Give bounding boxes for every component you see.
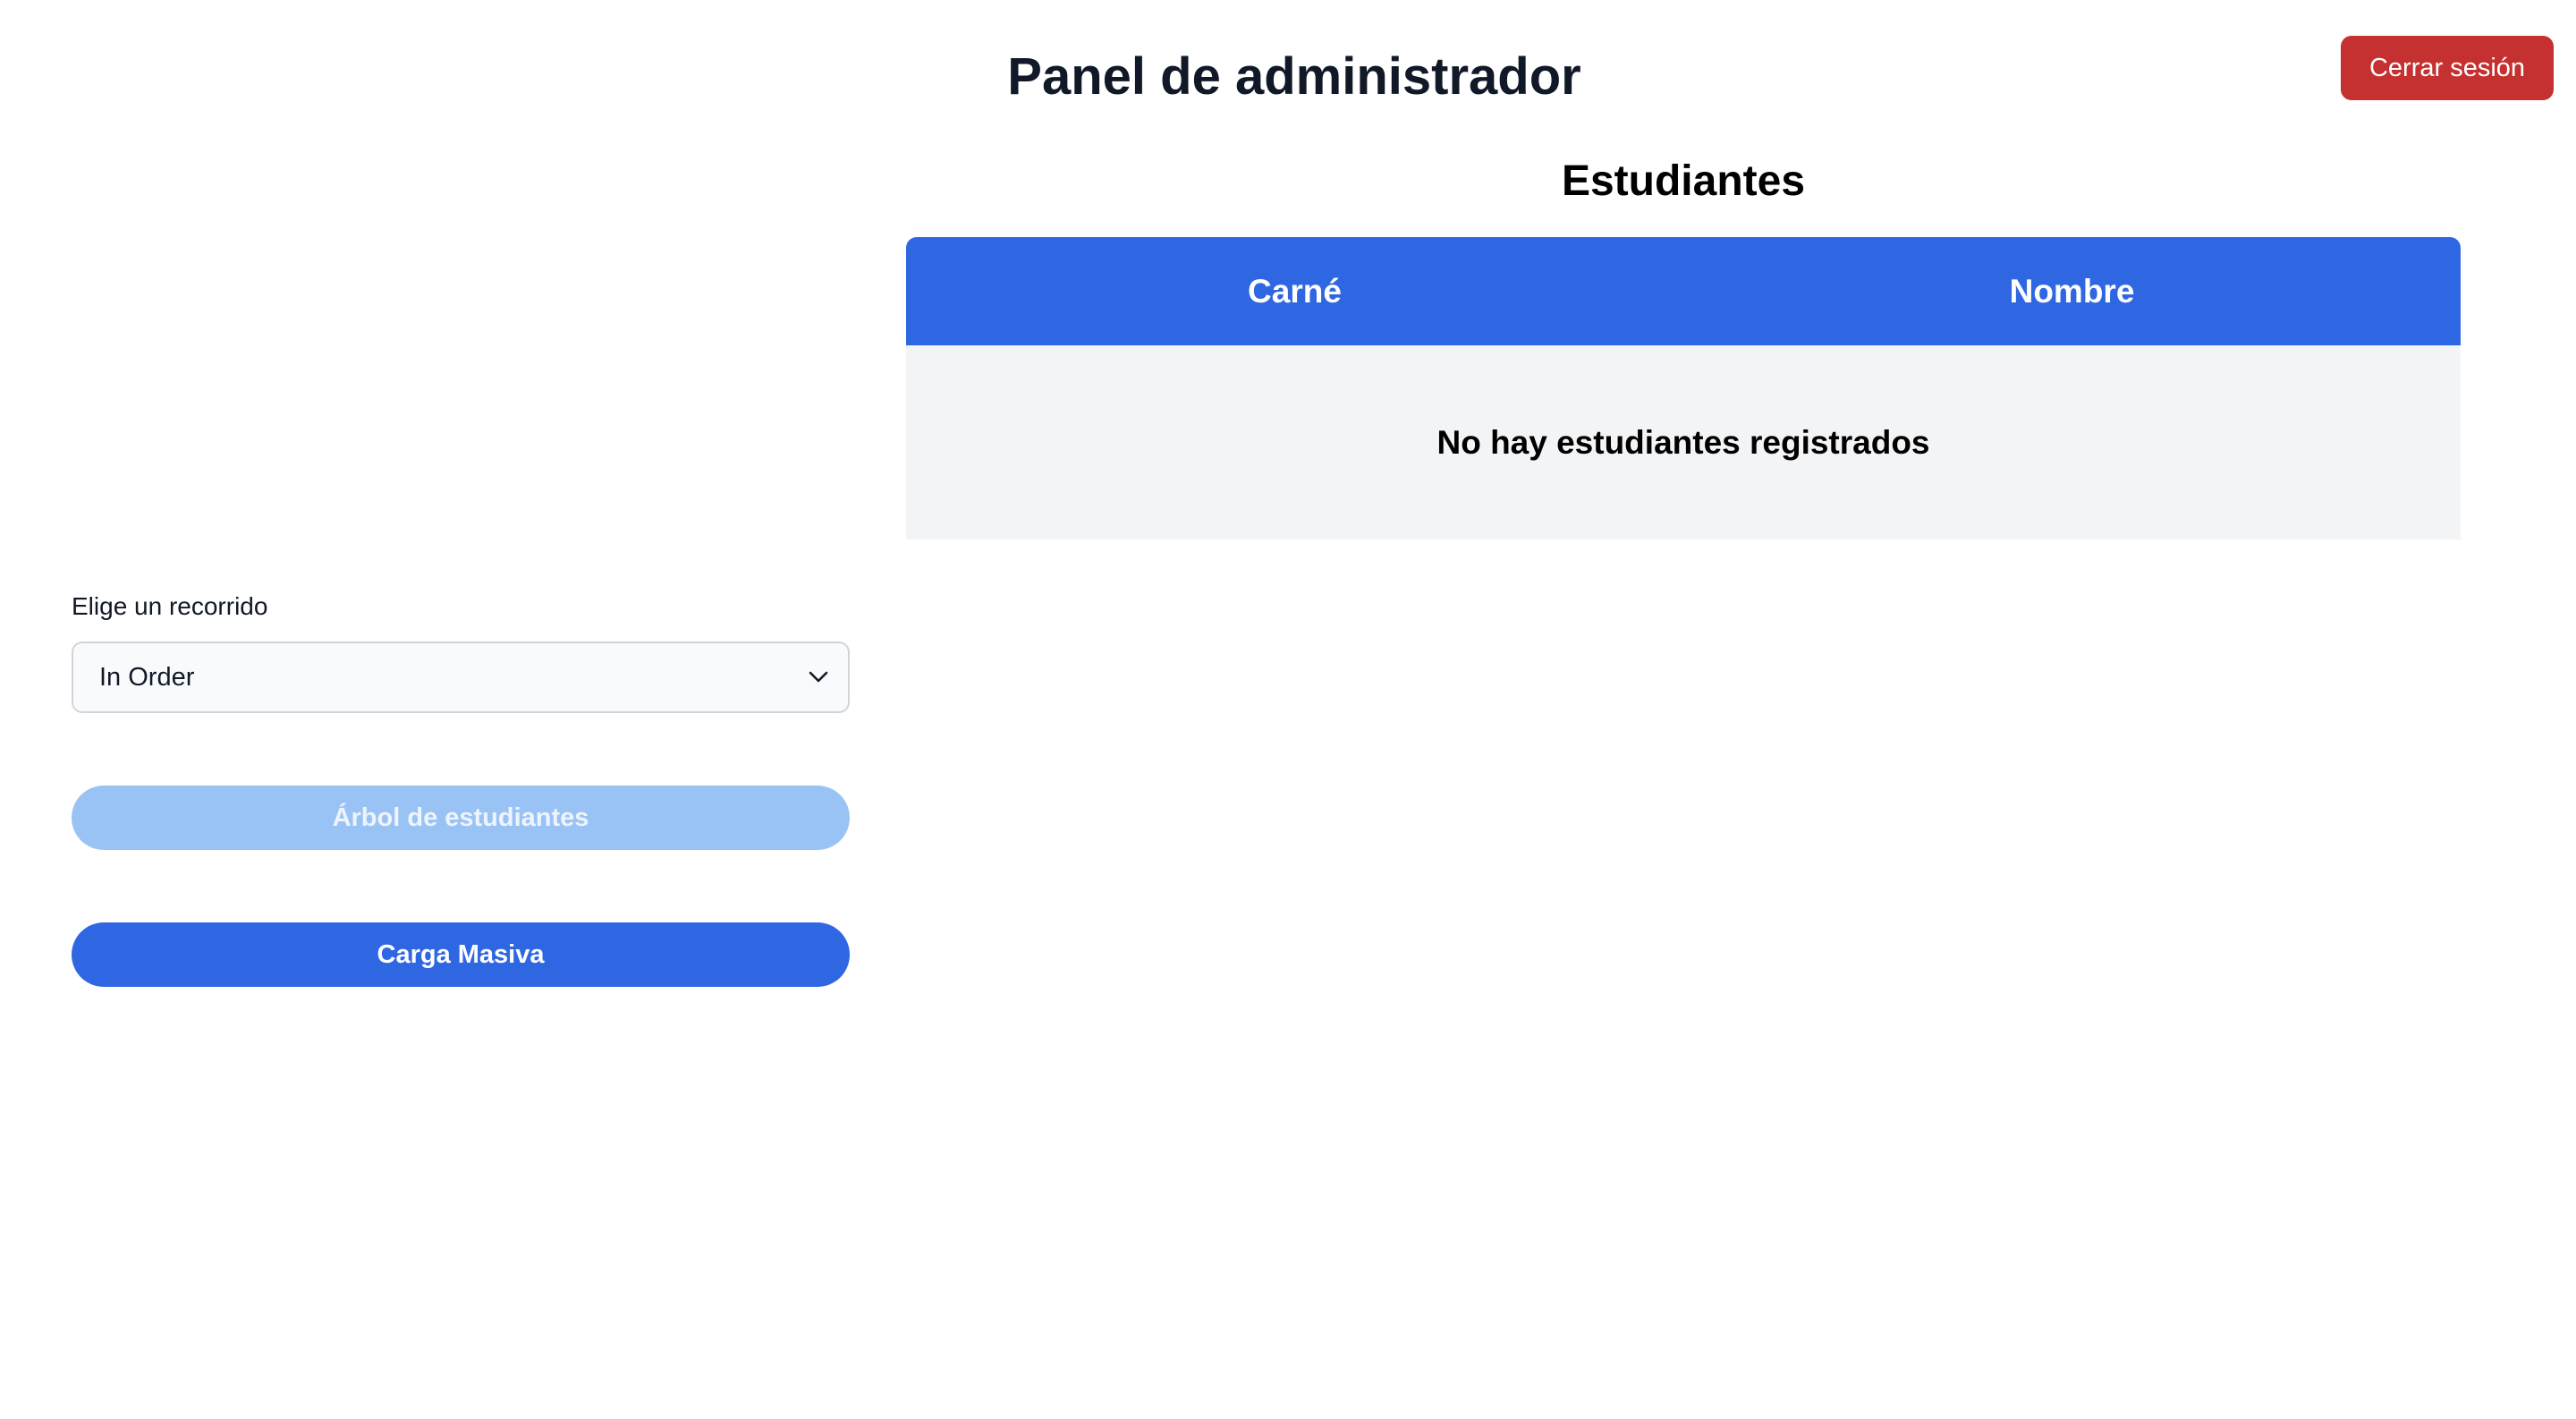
admin-page: Cerrar sesión Panel de administrador Est… xyxy=(0,0,2576,1419)
traversal-panel: Elige un recorrido In Order Árbol de est… xyxy=(72,589,850,987)
traversal-select[interactable]: In Order xyxy=(72,642,850,713)
bulk-upload-button[interactable]: Carga Masiva xyxy=(72,922,850,987)
traversal-selected-value: In Order xyxy=(99,662,195,692)
column-header-nombre: Nombre xyxy=(2009,272,2135,310)
traversal-label: Elige un recorrido xyxy=(72,592,268,620)
student-tree-button[interactable]: Árbol de estudiantes xyxy=(72,786,850,850)
students-table: Carné Nombre No hay estudiantes registra… xyxy=(906,237,2461,540)
column-header-carne: Carné xyxy=(1248,272,1342,310)
students-empty-message: No hay estudiantes registrados xyxy=(906,345,2461,540)
students-table-header: Carné Nombre xyxy=(906,237,2461,345)
students-section-title: Estudiantes xyxy=(1561,157,1806,205)
chevron-down-icon xyxy=(809,671,828,683)
page-title: Panel de administrador xyxy=(1007,47,1581,106)
